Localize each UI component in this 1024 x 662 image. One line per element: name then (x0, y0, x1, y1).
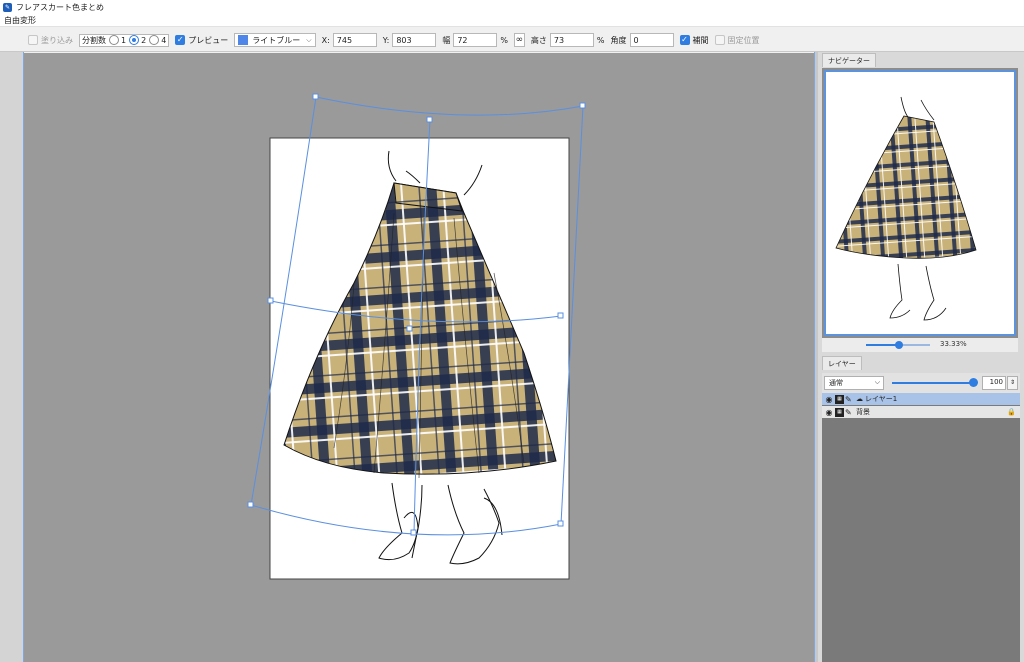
preview-option[interactable]: ✓ プレビュー (175, 35, 228, 46)
opacity-slider-thumb[interactable] (969, 378, 978, 387)
layer-name: 背景 (856, 408, 870, 416)
divisions-group: 分割数 1 2 4 (79, 33, 170, 47)
fixed-position-option[interactable]: 固定位置 (714, 35, 760, 46)
width-unit: % (500, 35, 508, 45)
fixed-position-checkbox[interactable] (714, 35, 725, 45)
interpolation-checkbox[interactable]: ✓ (679, 35, 690, 45)
blend-mode-select[interactable]: 通常 ⌵ (824, 376, 884, 390)
navigator-zoom-row: 33.33% (822, 338, 1018, 352)
division-1-radio[interactable] (109, 35, 119, 45)
link-aspect-icon[interactable]: ∞ (513, 33, 525, 47)
eye-icon[interactable]: ◉ (824, 395, 834, 404)
division-4-label: 4 (161, 35, 167, 45)
guide-color-swatch (238, 35, 249, 45)
layer-name: レイヤー1 (865, 395, 898, 403)
transform-options-bar: 塗り込み 分割数 1 2 4 ✓ プレビュー ライトブルー ⌵ X: 745 Y… (0, 29, 1024, 52)
width-label: 幅 (442, 35, 451, 45)
navigator-skirt (835, 115, 977, 259)
interpolation-option[interactable]: ✓ 補間 (679, 35, 709, 46)
divisions-label: 分割数 (82, 35, 106, 45)
eye-icon[interactable]: ◉ (824, 408, 834, 417)
fill-label: 塗り込み (41, 35, 73, 45)
fixed-position-label: 固定位置 (727, 35, 760, 45)
chevron-down-icon: ⌵ (306, 35, 312, 44)
height-unit: % (596, 35, 605, 45)
handle-top-center (426, 116, 433, 123)
navigator-viewport (824, 70, 1016, 336)
handle-bottom-center (410, 529, 417, 536)
height-input[interactable]: 73 (549, 33, 594, 47)
y-label: Y: (382, 35, 390, 45)
opacity-slider-track[interactable] (892, 382, 974, 384)
angle-field-group: 角度 0 (611, 33, 674, 47)
left-tool-strip (0, 52, 24, 662)
lock-icon[interactable]: 🔒 (1007, 408, 1016, 416)
guide-color-select[interactable]: ライトブルー ⌵ (234, 33, 316, 47)
menu-bar: 自由変形 (0, 14, 1024, 27)
layer-thumbnail: ▦ (835, 407, 844, 417)
layer-panel: 通常 ⌵ 100 ⇕ ◉ ▦ ✎ ☁ レイヤー1 ◉ ▦ ✎ 背景 🔒 (822, 373, 1020, 662)
division-2-label: 2 (141, 35, 147, 45)
handle-bottom-left (247, 501, 254, 508)
division-4-radio[interactable] (149, 35, 160, 45)
pen-icon: ✎ (845, 394, 852, 404)
division-1-label: 1 (121, 35, 127, 45)
handle-middle-right (557, 312, 564, 319)
x-position-field-group: X: 745 (322, 33, 377, 47)
width-input[interactable]: 72 (453, 33, 498, 47)
fill-option[interactable]: 塗り込み (28, 35, 73, 46)
handle-top-left (312, 93, 319, 100)
layer-row-1[interactable]: ◉ ▦ ✎ ☁ レイヤー1 (822, 393, 1020, 405)
angle-input[interactable]: 0 (629, 33, 674, 47)
navigator-legs (889, 263, 947, 321)
chevron-down-icon: ⌵ (874, 378, 880, 386)
zoom-slider-fill (866, 344, 898, 346)
app-icon: ✎ (3, 2, 12, 12)
preview-label: プレビュー (188, 35, 229, 45)
x-input[interactable]: 745 (332, 33, 377, 47)
width-field-group: 幅 72 % (442, 33, 508, 47)
canvas-svg (247, 93, 586, 580)
tab-navigator[interactable]: ナビゲーター (822, 53, 876, 67)
zoom-value: 33.33% (940, 340, 967, 348)
division-2-radio[interactable] (129, 35, 140, 45)
handle-top-right (579, 102, 586, 109)
y-input[interactable]: 803 (392, 33, 437, 47)
tab-layers[interactable]: レイヤー (822, 356, 862, 370)
menu-item-free-transform[interactable]: 自由変形 (4, 15, 36, 26)
navigator-preview[interactable] (822, 68, 1018, 338)
pen-icon: ✎ (845, 407, 852, 417)
height-label: 高さ (530, 35, 547, 45)
preview-checkbox[interactable]: ✓ (175, 35, 186, 45)
height-field-group: 高さ 73 % (531, 33, 605, 47)
canvas-area[interactable] (24, 53, 814, 662)
handle-bottom-right (557, 520, 564, 527)
navigator-thumbnail (835, 96, 977, 321)
x-label: X: (321, 35, 330, 45)
angle-label: 角度 (610, 35, 627, 45)
opacity-input[interactable]: 100 (982, 376, 1006, 390)
layer-controls: 通常 ⌵ 100 ⇕ (822, 373, 1020, 393)
handle-center (406, 325, 413, 332)
blend-mode-value: 通常 (829, 379, 843, 387)
fill-checkbox[interactable] (28, 35, 38, 45)
layer-thumbnail: ▦ (835, 394, 844, 404)
title-bar: ✎ フレアスカート色まとめ (0, 0, 1024, 14)
opacity-spinner[interactable]: ⇕ (1007, 376, 1018, 390)
cloud-icon: ☁ (856, 395, 863, 403)
zoom-slider-thumb[interactable] (895, 341, 903, 349)
y-position-field-group: Y: 803 (383, 33, 437, 47)
interpolation-label: 補間 (692, 35, 709, 45)
guide-color-value: ライトブルー (252, 35, 301, 45)
right-panel: ナビゲーター 33.33% レイヤー 通常 ⌵ 100 ⇕ ◉ ▦ ✎ ☁ レイ… (818, 52, 1024, 662)
layer-row-background[interactable]: ◉ ▦ ✎ 背景 🔒 (822, 406, 1020, 418)
handle-middle-left (267, 297, 274, 304)
window-title: フレアスカート色まとめ (16, 2, 104, 12)
